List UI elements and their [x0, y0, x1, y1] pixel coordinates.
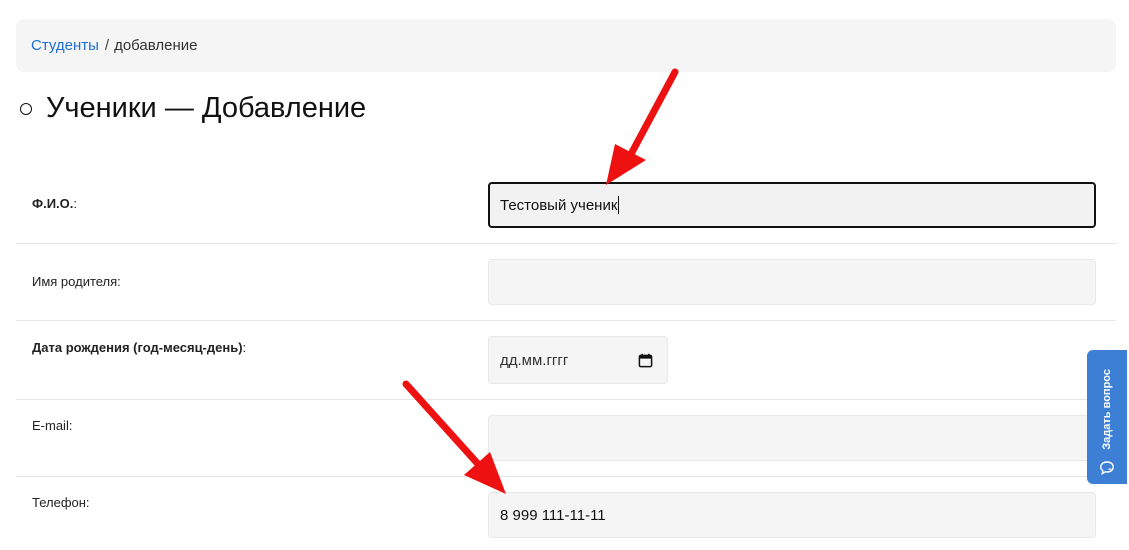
fio-label: Ф.И.О.: [32, 196, 78, 211]
parent-input[interactable] [488, 259, 1096, 305]
ask-question-button[interactable]: Задать вопрос [1087, 350, 1127, 484]
text-caret [618, 196, 620, 214]
circle-bullet-icon [20, 102, 32, 115]
phone-label: Телефон: [32, 495, 90, 510]
breadcrumb-separator: / [104, 37, 110, 54]
email-label: E-mail: [32, 418, 73, 433]
ask-question-label: Задать вопрос [1101, 369, 1113, 450]
page-title: Ученики — Добавление [20, 92, 366, 125]
fio-input[interactable]: Тестовый ученик [488, 182, 1096, 228]
parent-label: Имя родителя: [32, 274, 121, 289]
chat-icon [1100, 461, 1114, 476]
fio-input-value: Тестовый ученик [500, 196, 618, 214]
calendar-icon[interactable] [638, 353, 653, 368]
breadcrumb-link-students[interactable]: Студенты [31, 37, 99, 54]
birth-label: Дата рождения (год-месяц-день): [32, 340, 247, 355]
phone-input[interactable]: 8 999 111-11-11 [488, 492, 1096, 538]
birth-date-placeholder: дд.мм.гггг [500, 351, 569, 369]
breadcrumb: Студенты / добавление [16, 19, 1116, 72]
phone-input-value: 8 999 111-11-11 [500, 506, 606, 524]
birth-date-input[interactable]: дд.мм.гггг [488, 336, 668, 384]
page-title-text: Ученики — Добавление [46, 92, 367, 124]
email-input[interactable] [488, 415, 1096, 461]
breadcrumb-current: добавление [114, 37, 198, 54]
